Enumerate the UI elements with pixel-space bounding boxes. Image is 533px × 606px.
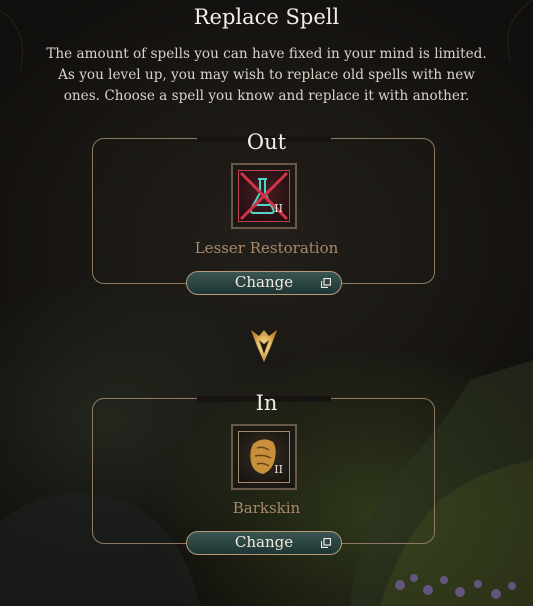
dialog-title: Replace Spell (193, 5, 340, 29)
in-spell-name: Barkskin (232, 499, 301, 517)
in-spell-level: II (274, 463, 283, 476)
bark-fist-icon (250, 439, 276, 474)
popout-icon (321, 278, 331, 288)
out-spell-slot[interactable]: II (231, 163, 297, 229)
dialog-description: The amount of spells you can have fixed … (46, 46, 487, 104)
out-heading: Out (246, 130, 287, 154)
in-spell-slot[interactable]: II (231, 424, 297, 490)
in-change-label: Change (234, 533, 294, 551)
out-spell-level: II (274, 202, 283, 215)
in-change-button[interactable]: Change (186, 531, 342, 555)
flask-icon (239, 171, 289, 221)
out-change-label: Change (234, 273, 294, 291)
out-change-button[interactable]: Change (186, 271, 342, 295)
down-arrow-icon (251, 330, 277, 362)
popout-icon (321, 538, 331, 548)
in-heading: In (255, 391, 278, 415)
out-spell-name: Lesser Restoration (194, 239, 339, 257)
